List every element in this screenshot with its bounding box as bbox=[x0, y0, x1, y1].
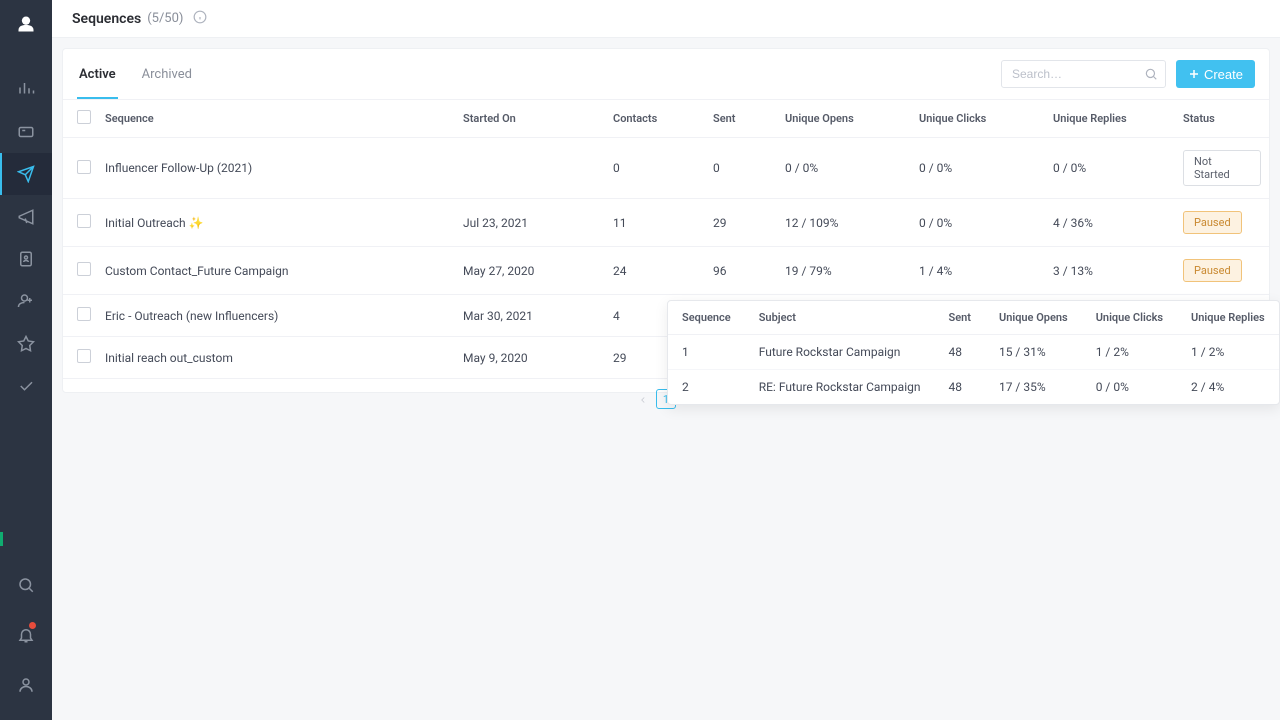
row-checkbox[interactable] bbox=[77, 214, 91, 228]
pop-col-replies: Unique Replies bbox=[1177, 301, 1279, 335]
pop-cell-replies: 2 / 4% bbox=[1177, 370, 1279, 405]
pop-cell-subject: RE: Future Rockstar Campaign bbox=[745, 370, 935, 405]
sidebar-item-contacts[interactable] bbox=[0, 238, 52, 280]
pop-cell-opens: 15 / 31% bbox=[985, 335, 1082, 370]
cell-contacts: 0 bbox=[605, 138, 705, 199]
cell-started: May 27, 2020 bbox=[455, 247, 605, 295]
cell-started: Mar 30, 2021 bbox=[455, 295, 605, 337]
col-status[interactable]: Status bbox=[1175, 100, 1269, 138]
pop-cell-opens: 17 / 35% bbox=[985, 370, 1082, 405]
status-badge: Paused bbox=[1183, 259, 1242, 282]
pop-cell-seq: 2 bbox=[668, 370, 745, 405]
cell-clicks: 0 / 0% bbox=[911, 199, 1045, 247]
pop-cell-replies: 1 / 2% bbox=[1177, 335, 1279, 370]
row-checkbox[interactable] bbox=[77, 349, 91, 363]
table-row[interactable]: Initial Outreach ✨Jul 23, 2021112912 / 1… bbox=[63, 199, 1269, 247]
col-sent[interactable]: Sent bbox=[705, 100, 777, 138]
cell-status: Not Started bbox=[1175, 138, 1269, 199]
status-badge: Not Started bbox=[1183, 150, 1261, 186]
cell-status: Paused bbox=[1175, 247, 1269, 295]
cell-started bbox=[455, 138, 605, 199]
cell-name: Initial Outreach ✨ bbox=[97, 199, 455, 247]
cell-name: Influencer Follow-Up (2021) bbox=[97, 138, 455, 199]
popover-row[interactable]: 1Future Rockstar Campaign4815 / 31%1 / 2… bbox=[668, 335, 1279, 370]
cell-sent: 29 bbox=[705, 199, 777, 247]
popover-row[interactable]: 2RE: Future Rockstar Campaign4817 / 35%0… bbox=[668, 370, 1279, 405]
sidebar-marker bbox=[0, 518, 52, 560]
cell-opens: 0 / 0% bbox=[777, 138, 911, 199]
cell-started: May 9, 2020 bbox=[455, 337, 605, 379]
cell-contacts: 24 bbox=[605, 247, 705, 295]
table-row[interactable]: Custom Contact_Future CampaignMay 27, 20… bbox=[63, 247, 1269, 295]
cell-name: Custom Contact_Future Campaign bbox=[97, 247, 455, 295]
logo-icon bbox=[16, 14, 36, 38]
sidebar-item-search[interactable] bbox=[0, 560, 52, 610]
cell-replies: 3 / 13% bbox=[1045, 247, 1175, 295]
row-checkbox[interactable] bbox=[77, 307, 91, 321]
col-unique-opens[interactable]: Unique Opens bbox=[777, 100, 911, 138]
pop-cell-sent: 48 bbox=[934, 370, 984, 405]
sequences-card: Active Archived Create bbox=[62, 48, 1270, 393]
tab-active[interactable]: Active bbox=[77, 49, 118, 99]
sidebar-item-favorites[interactable] bbox=[0, 323, 52, 365]
pop-col-sent: Sent bbox=[934, 301, 984, 335]
cell-name: Initial reach out_custom bbox=[97, 337, 455, 379]
pop-cell-seq: 1 bbox=[668, 335, 745, 370]
pop-cell-clicks: 1 / 2% bbox=[1082, 335, 1177, 370]
col-contacts[interactable]: Contacts bbox=[605, 100, 705, 138]
sidebar-item-tasks[interactable] bbox=[0, 365, 52, 407]
pop-col-subject: Subject bbox=[745, 301, 935, 335]
page-prev[interactable] bbox=[638, 390, 648, 409]
create-button-label: Create bbox=[1204, 67, 1243, 82]
cell-started: Jul 23, 2021 bbox=[455, 199, 605, 247]
page-count: (5/50) bbox=[147, 11, 183, 26]
cell-opens: 19 / 79% bbox=[777, 247, 911, 295]
search-input-wrapper bbox=[1001, 60, 1166, 88]
notification-dot bbox=[29, 622, 36, 629]
table-row[interactable]: Influencer Follow-Up (2021)000 / 0%0 / 0… bbox=[63, 138, 1269, 199]
cell-clicks: 1 / 4% bbox=[911, 247, 1045, 295]
sidebar-item-profile[interactable] bbox=[0, 660, 52, 710]
pop-col-sequence: Sequence bbox=[668, 301, 745, 335]
row-checkbox[interactable] bbox=[77, 160, 91, 174]
search-input[interactable] bbox=[1001, 60, 1166, 88]
cell-status: Paused bbox=[1175, 199, 1269, 247]
col-unique-replies[interactable]: Unique Replies bbox=[1045, 100, 1175, 138]
page-title: Sequences bbox=[72, 11, 141, 27]
pop-cell-subject: Future Rockstar Campaign bbox=[745, 335, 935, 370]
status-badge: Paused bbox=[1183, 211, 1242, 234]
pop-col-clicks: Unique Clicks bbox=[1082, 301, 1177, 335]
sequence-detail-popover: Sequence Subject Sent Unique Opens Uniqu… bbox=[667, 300, 1280, 405]
page-header: Sequences (5/50) bbox=[52, 0, 1280, 38]
sidebar-item-campaigns[interactable] bbox=[0, 195, 52, 237]
tab-archived[interactable]: Archived bbox=[140, 49, 194, 99]
select-all-checkbox[interactable] bbox=[77, 110, 91, 124]
cell-clicks: 0 / 0% bbox=[911, 138, 1045, 199]
pop-col-opens: Unique Opens bbox=[985, 301, 1082, 335]
sidebar-item-add-user[interactable] bbox=[0, 280, 52, 322]
cell-name: Eric - Outreach (new Influencers) bbox=[97, 295, 455, 337]
sidebar-item-notifications[interactable] bbox=[0, 610, 52, 660]
col-sequence[interactable]: Sequence bbox=[97, 100, 455, 138]
row-checkbox[interactable] bbox=[77, 262, 91, 276]
cell-replies: 4 / 36% bbox=[1045, 199, 1175, 247]
cell-sent: 96 bbox=[705, 247, 777, 295]
cell-sent: 0 bbox=[705, 138, 777, 199]
sidebar-item-sequences[interactable] bbox=[0, 153, 52, 195]
col-started-on[interactable]: Started On bbox=[455, 100, 605, 138]
plus-icon bbox=[1188, 68, 1200, 80]
sidebar bbox=[0, 0, 52, 720]
info-icon[interactable] bbox=[193, 9, 207, 28]
cell-contacts: 11 bbox=[605, 199, 705, 247]
pop-cell-clicks: 0 / 0% bbox=[1082, 370, 1177, 405]
cell-opens: 12 / 109% bbox=[777, 199, 911, 247]
sidebar-item-cards[interactable] bbox=[0, 110, 52, 152]
col-unique-clicks[interactable]: Unique Clicks bbox=[911, 100, 1045, 138]
pop-cell-sent: 48 bbox=[934, 335, 984, 370]
cell-replies: 0 / 0% bbox=[1045, 138, 1175, 199]
sidebar-item-analytics[interactable] bbox=[0, 68, 52, 110]
create-button[interactable]: Create bbox=[1176, 60, 1255, 88]
